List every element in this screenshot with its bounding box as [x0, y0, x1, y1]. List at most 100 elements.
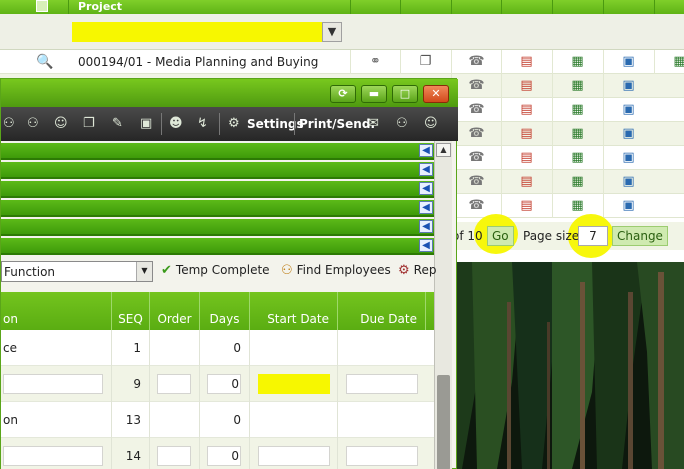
section-row[interactable]: ◀	[1, 181, 434, 198]
add-user-icon[interactable]: ☺	[54, 116, 68, 131]
seq-column-header[interactable]: SEQ	[111, 292, 149, 330]
due-date-input[interactable]	[346, 374, 418, 394]
go-button[interactable]: Go	[487, 226, 514, 246]
select-all-checkbox[interactable]	[36, 0, 48, 12]
phone-icon[interactable]: ☎	[451, 50, 501, 74]
section-row[interactable]: ◀	[1, 143, 434, 160]
arrow-left-icon[interactable]: ◀	[419, 239, 433, 252]
function-select[interactable]: Function ▼	[1, 261, 153, 282]
eraser-icon[interactable]: ✎	[112, 116, 123, 131]
books-icon[interactable]: ▦	[552, 122, 602, 146]
calculator-icon[interactable]: ▣	[603, 146, 653, 170]
page-size-input[interactable]: 7	[578, 226, 608, 246]
maximize-window-button[interactable]: □	[392, 85, 418, 103]
due-date-input[interactable]	[346, 446, 418, 466]
copy-icon[interactable]: ❐	[400, 50, 450, 74]
window-titlebar[interactable]: ⟳ ▬ □ ✕	[1, 79, 458, 107]
start-date-input[interactable]	[258, 374, 330, 394]
arrow-left-icon[interactable]: ◀	[419, 163, 433, 176]
magnifier-icon[interactable]: 🔍	[36, 54, 53, 70]
days-column-header[interactable]: Days	[199, 292, 249, 330]
refresh-window-button[interactable]: ⟳	[330, 85, 356, 103]
section-row[interactable]: ◀	[1, 219, 434, 236]
order-input[interactable]	[157, 374, 191, 394]
books-icon[interactable]: ▦	[552, 74, 602, 98]
start-date-input[interactable]	[258, 446, 330, 466]
table-row[interactable]: 9 0	[1, 366, 434, 402]
due-date-column-header[interactable]: Due Date	[337, 292, 425, 330]
calculator-icon[interactable]: ▣	[603, 170, 653, 194]
find-employees-button[interactable]: ⚇ Find Employees	[281, 263, 391, 278]
chevron-down-icon[interactable]: ▼	[136, 262, 152, 281]
project-column-header[interactable]: Project	[78, 0, 122, 13]
chart-icon[interactable]: ↯	[197, 116, 208, 131]
temp-complete-button[interactable]: ✔ Temp Complete	[161, 263, 270, 278]
phone-icon[interactable]: ☎	[451, 122, 501, 146]
section-row[interactable]: ◀	[1, 238, 434, 255]
phone-icon[interactable]: ☎	[451, 74, 501, 98]
calculator-icon[interactable]: ▣	[603, 50, 653, 74]
report-icon[interactable]: ▤	[501, 50, 551, 74]
arrow-left-icon[interactable]: ◀	[419, 220, 433, 233]
project-name[interactable]: 000194/01 - Media Planning and Buying	[78, 55, 318, 69]
copy-icon[interactable]: ❐	[83, 116, 95, 131]
report-icon[interactable]: ▤	[501, 146, 551, 170]
user-icon[interactable]: ☺	[424, 116, 438, 131]
rep-button[interactable]: ⚙ Rep	[398, 263, 436, 278]
report-icon[interactable]: ▤	[501, 74, 551, 98]
books-icon[interactable]: ▦	[552, 50, 602, 74]
window-toolbar: ⚇ ⚇ ☺ ❐ ✎ ▣ ☻ ↯ ⚙ Settings Print/Send: ✉…	[1, 107, 458, 141]
minimize-window-button[interactable]: ▬	[361, 85, 387, 103]
books-icon[interactable]: ▦	[552, 146, 602, 170]
add-users-icon[interactable]: ⚇	[396, 116, 408, 131]
table-row[interactable]: 14 0	[1, 438, 434, 469]
table-row[interactable]: on 13 0	[1, 402, 434, 438]
calculator-icon[interactable]: ▣	[603, 194, 653, 218]
task-name-input[interactable]	[3, 446, 103, 466]
calculator-icon[interactable]: ▣	[603, 98, 653, 122]
report-icon[interactable]: ▤	[501, 170, 551, 194]
calculator-icon[interactable]: ▣	[603, 122, 653, 146]
arrow-left-icon[interactable]: ◀	[419, 182, 433, 195]
report-icon[interactable]: ▤	[501, 98, 551, 122]
phone-icon[interactable]: ☎	[451, 146, 501, 170]
phone-icon[interactable]: ☎	[451, 98, 501, 122]
arrow-left-icon[interactable]: ◀	[419, 201, 433, 214]
project-filter-input[interactable]	[72, 22, 322, 42]
report-icon[interactable]: ▤	[501, 194, 551, 218]
start-date-column-header[interactable]: Start Date	[249, 292, 337, 330]
scroll-up-icon[interactable]: ▲	[436, 143, 451, 157]
gear-icon[interactable]: ⚙	[228, 116, 240, 131]
print-icon[interactable]: ✉	[368, 116, 379, 131]
section-row[interactable]: ◀	[1, 162, 434, 179]
scroll-thumb[interactable]	[437, 375, 450, 469]
settings-button[interactable]: Settings	[247, 117, 304, 131]
change-button[interactable]: Change	[612, 226, 668, 246]
name-column-header[interactable]: on	[1, 292, 111, 330]
arrow-left-icon[interactable]: ◀	[419, 144, 433, 157]
books-icon[interactable]: ▦	[654, 50, 684, 74]
task-window: ⟳ ▬ □ ✕ ⚇ ⚇ ☺ ❐ ✎ ▣ ☻ ↯ ⚙ Settings Print…	[0, 78, 458, 469]
order-input[interactable]	[157, 446, 191, 466]
calculator-icon[interactable]: ▣	[603, 74, 653, 98]
task-name-input[interactable]	[3, 374, 103, 394]
filter-funnel-icon[interactable]: ▼	[322, 22, 342, 42]
table-row[interactable]: 🔍 000194/01 - Media Planning and Buying …	[0, 50, 684, 74]
table-row[interactable]: ce 1 0	[1, 330, 434, 366]
section-row[interactable]: ◀	[1, 200, 434, 217]
grid-header: Project	[0, 0, 684, 14]
close-window-button[interactable]: ✕	[423, 85, 449, 103]
phone-icon[interactable]: ☎	[451, 170, 501, 194]
link-icon[interactable]: ⚭	[350, 50, 400, 74]
calculator-icon[interactable]: ▣	[140, 116, 152, 131]
vertical-scrollbar[interactable]: ▲	[434, 141, 452, 469]
collapsed-sections: ◀ ◀ ◀ ◀ ◀ ◀	[1, 141, 434, 256]
report-icon[interactable]: ▤	[501, 122, 551, 146]
books-icon[interactable]: ▦	[552, 170, 602, 194]
order-column-header[interactable]: Order	[149, 292, 199, 330]
add-users-icon[interactable]: ⚇	[27, 116, 39, 131]
books-icon[interactable]: ▦	[552, 98, 602, 122]
person-icon[interactable]: ☻	[169, 116, 183, 131]
users-icon[interactable]: ⚇	[3, 116, 15, 131]
task-name: ce	[3, 341, 17, 355]
